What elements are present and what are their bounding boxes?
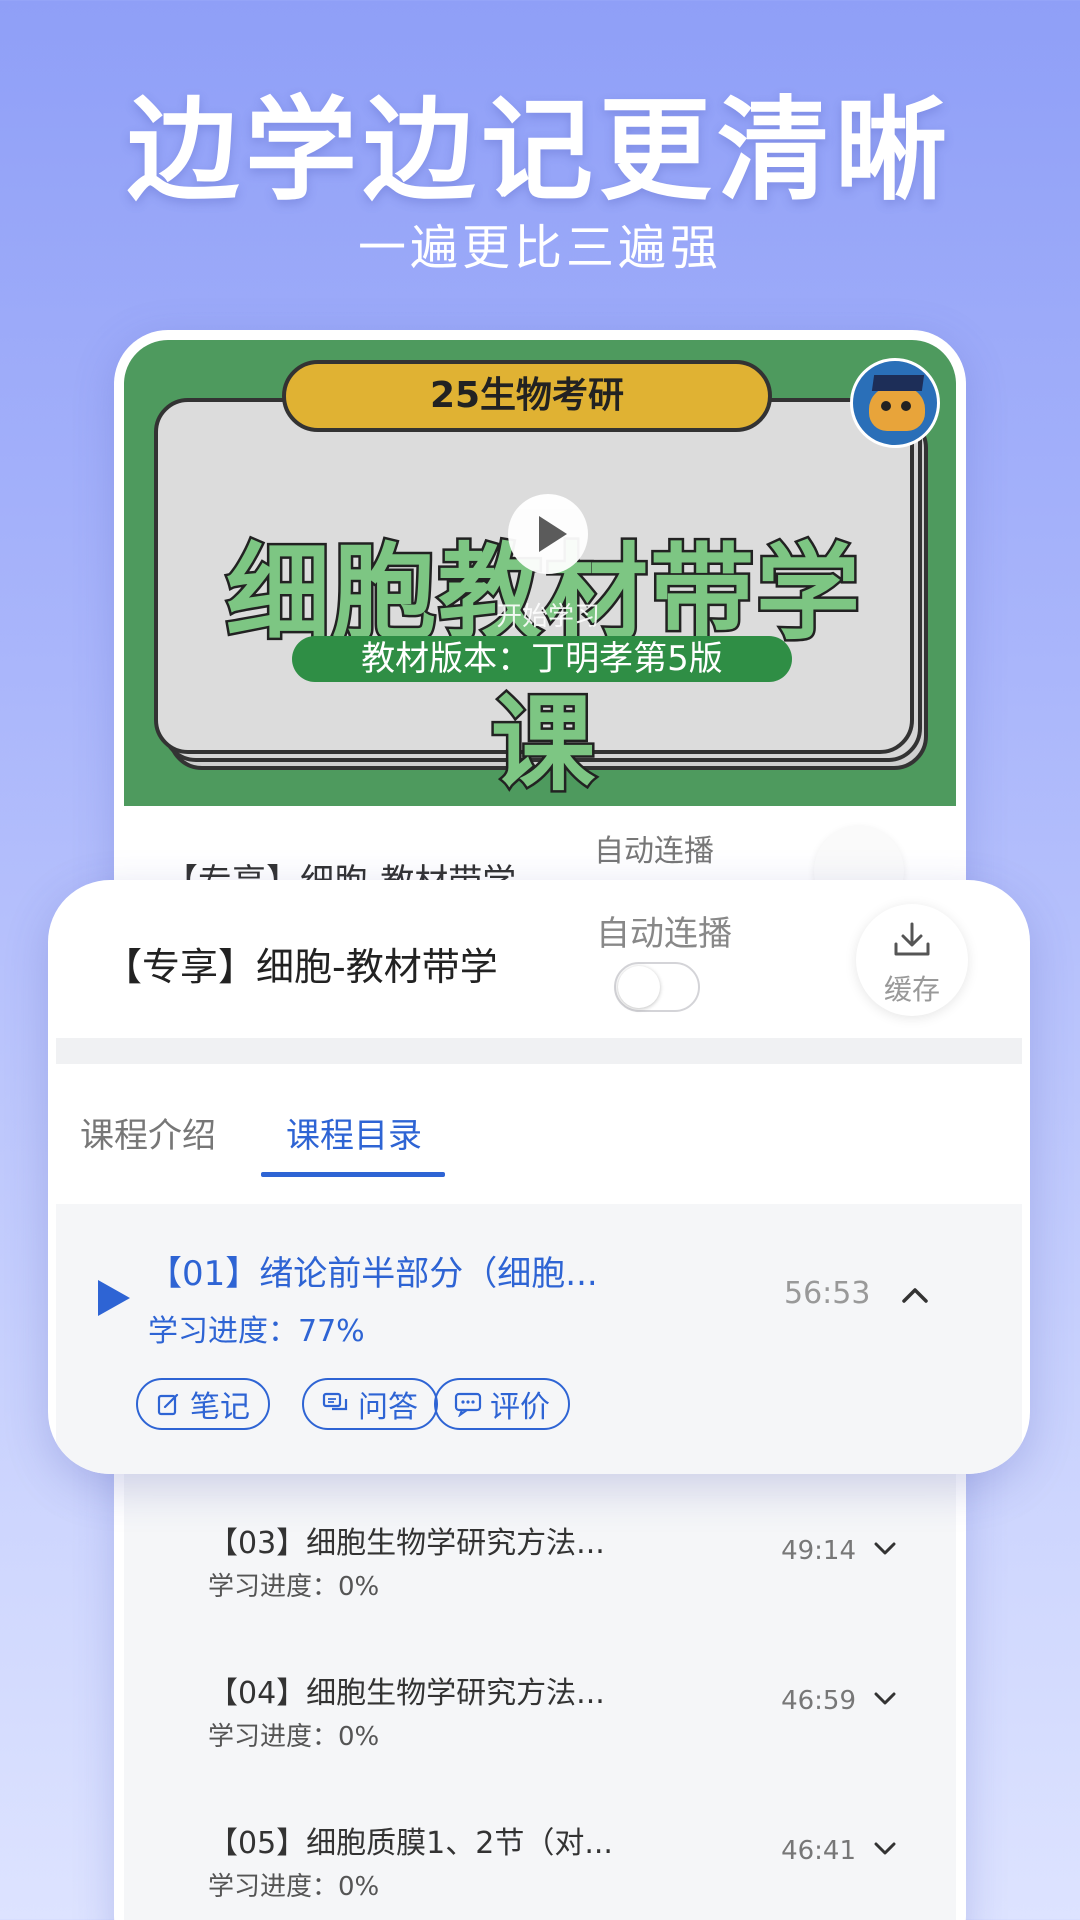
note-edit-icon (157, 1393, 179, 1416)
lesson-progress: 学习进度：0% (208, 1572, 380, 1602)
hero-title: 边学边记更清晰 (127, 86, 953, 216)
cache-button[interactable]: 缓存 (856, 904, 968, 1016)
qa-label: 问答 (358, 1390, 418, 1425)
cat-face-icon (869, 387, 925, 431)
cover-edition: 教材版本：丁明孝第5版 (292, 636, 792, 682)
lesson-progress: 学习进度：0% (208, 1722, 380, 1752)
chevron-down-icon[interactable] (870, 1534, 900, 1564)
lesson-title: 【04】细胞生物学研究方法... (208, 1676, 605, 1711)
lesson-duration: 46:59 (781, 1686, 856, 1716)
tab-course-catalog[interactable]: 课程目录 (286, 1108, 422, 1157)
hero-subtitle: 一遍更比三遍强 (357, 220, 722, 276)
lesson-row[interactable]: 【03】细胞生物学研究方法... 学习进度：0% 49:14 (124, 1490, 956, 1640)
active-lesson-title: 【01】绪论前半部分（细胞... (148, 1254, 598, 1294)
play-icon[interactable] (508, 494, 588, 574)
chat-bubbles-icon (322, 1392, 348, 1411)
auto-play-label-behind: 自动连播 (594, 834, 714, 869)
lesson-row[interactable]: 【04】细胞生物学研究方法... 学习进度：0% 46:59 (124, 1640, 956, 1790)
active-lesson-row[interactable]: 【01】绪论前半部分（细胞... 学习进度：77% 56:53 笔记 问答 评价 (56, 1204, 1022, 1474)
course-detail-card: 【专享】细胞-教材带学 自动连播 缓存 课程介绍 课程目录 【01】绪论前半部分… (48, 880, 1030, 1474)
video-player[interactable]: 25生物考研 细胞教材带学课 教材版本：丁明孝第5版 开始学习 (124, 340, 956, 808)
chevron-down-icon[interactable] (870, 1684, 900, 1714)
active-lesson-progress: 学习进度：77% (148, 1314, 365, 1349)
notes-button[interactable]: 笔记 (136, 1378, 270, 1430)
cache-label: 缓存 (883, 973, 940, 1006)
cover-badge: 25生物考研 (282, 360, 772, 432)
lesson-row[interactable]: 【05】细胞质膜1、2节（对... 学习进度：0% 46:41 (124, 1790, 956, 1920)
playing-icon (98, 1280, 130, 1316)
lesson-title: 【03】细胞生物学研究方法... (208, 1526, 605, 1561)
chevron-up-icon[interactable] (898, 1278, 932, 1312)
active-lesson-duration: 56:53 (784, 1276, 871, 1311)
course-title: 【专享】细胞-教材带学 (104, 945, 498, 989)
chevron-down-icon[interactable] (870, 1834, 900, 1864)
mascot-avatar (850, 358, 940, 448)
lesson-title: 【05】细胞质膜1、2节（对... (208, 1826, 613, 1861)
active-tab-indicator (261, 1172, 445, 1177)
tab-course-intro[interactable]: 课程介绍 (80, 1108, 216, 1157)
notes-label: 笔记 (190, 1390, 250, 1425)
lesson-duration: 46:41 (781, 1836, 856, 1866)
lesson-list: 【03】细胞生物学研究方法... 学习进度：0% 49:14 【04】细胞生物学… (124, 1490, 956, 1920)
qa-button[interactable]: 问答 (302, 1378, 438, 1430)
review-button[interactable]: 评价 (434, 1378, 570, 1430)
auto-play-toggle[interactable] (614, 962, 700, 1012)
download-icon (894, 922, 930, 956)
grad-hat-icon (871, 375, 925, 391)
lesson-progress: 学习进度：0% (208, 1872, 380, 1902)
auto-play-label: 自动连播 (596, 914, 732, 954)
lesson-duration: 49:14 (781, 1536, 856, 1566)
toggle-knob (618, 966, 660, 1008)
review-label: 评价 (490, 1390, 550, 1425)
start-learning-label[interactable]: 开始学习 (488, 596, 608, 633)
comment-icon (454, 1392, 482, 1417)
section-divider (56, 1038, 1022, 1064)
